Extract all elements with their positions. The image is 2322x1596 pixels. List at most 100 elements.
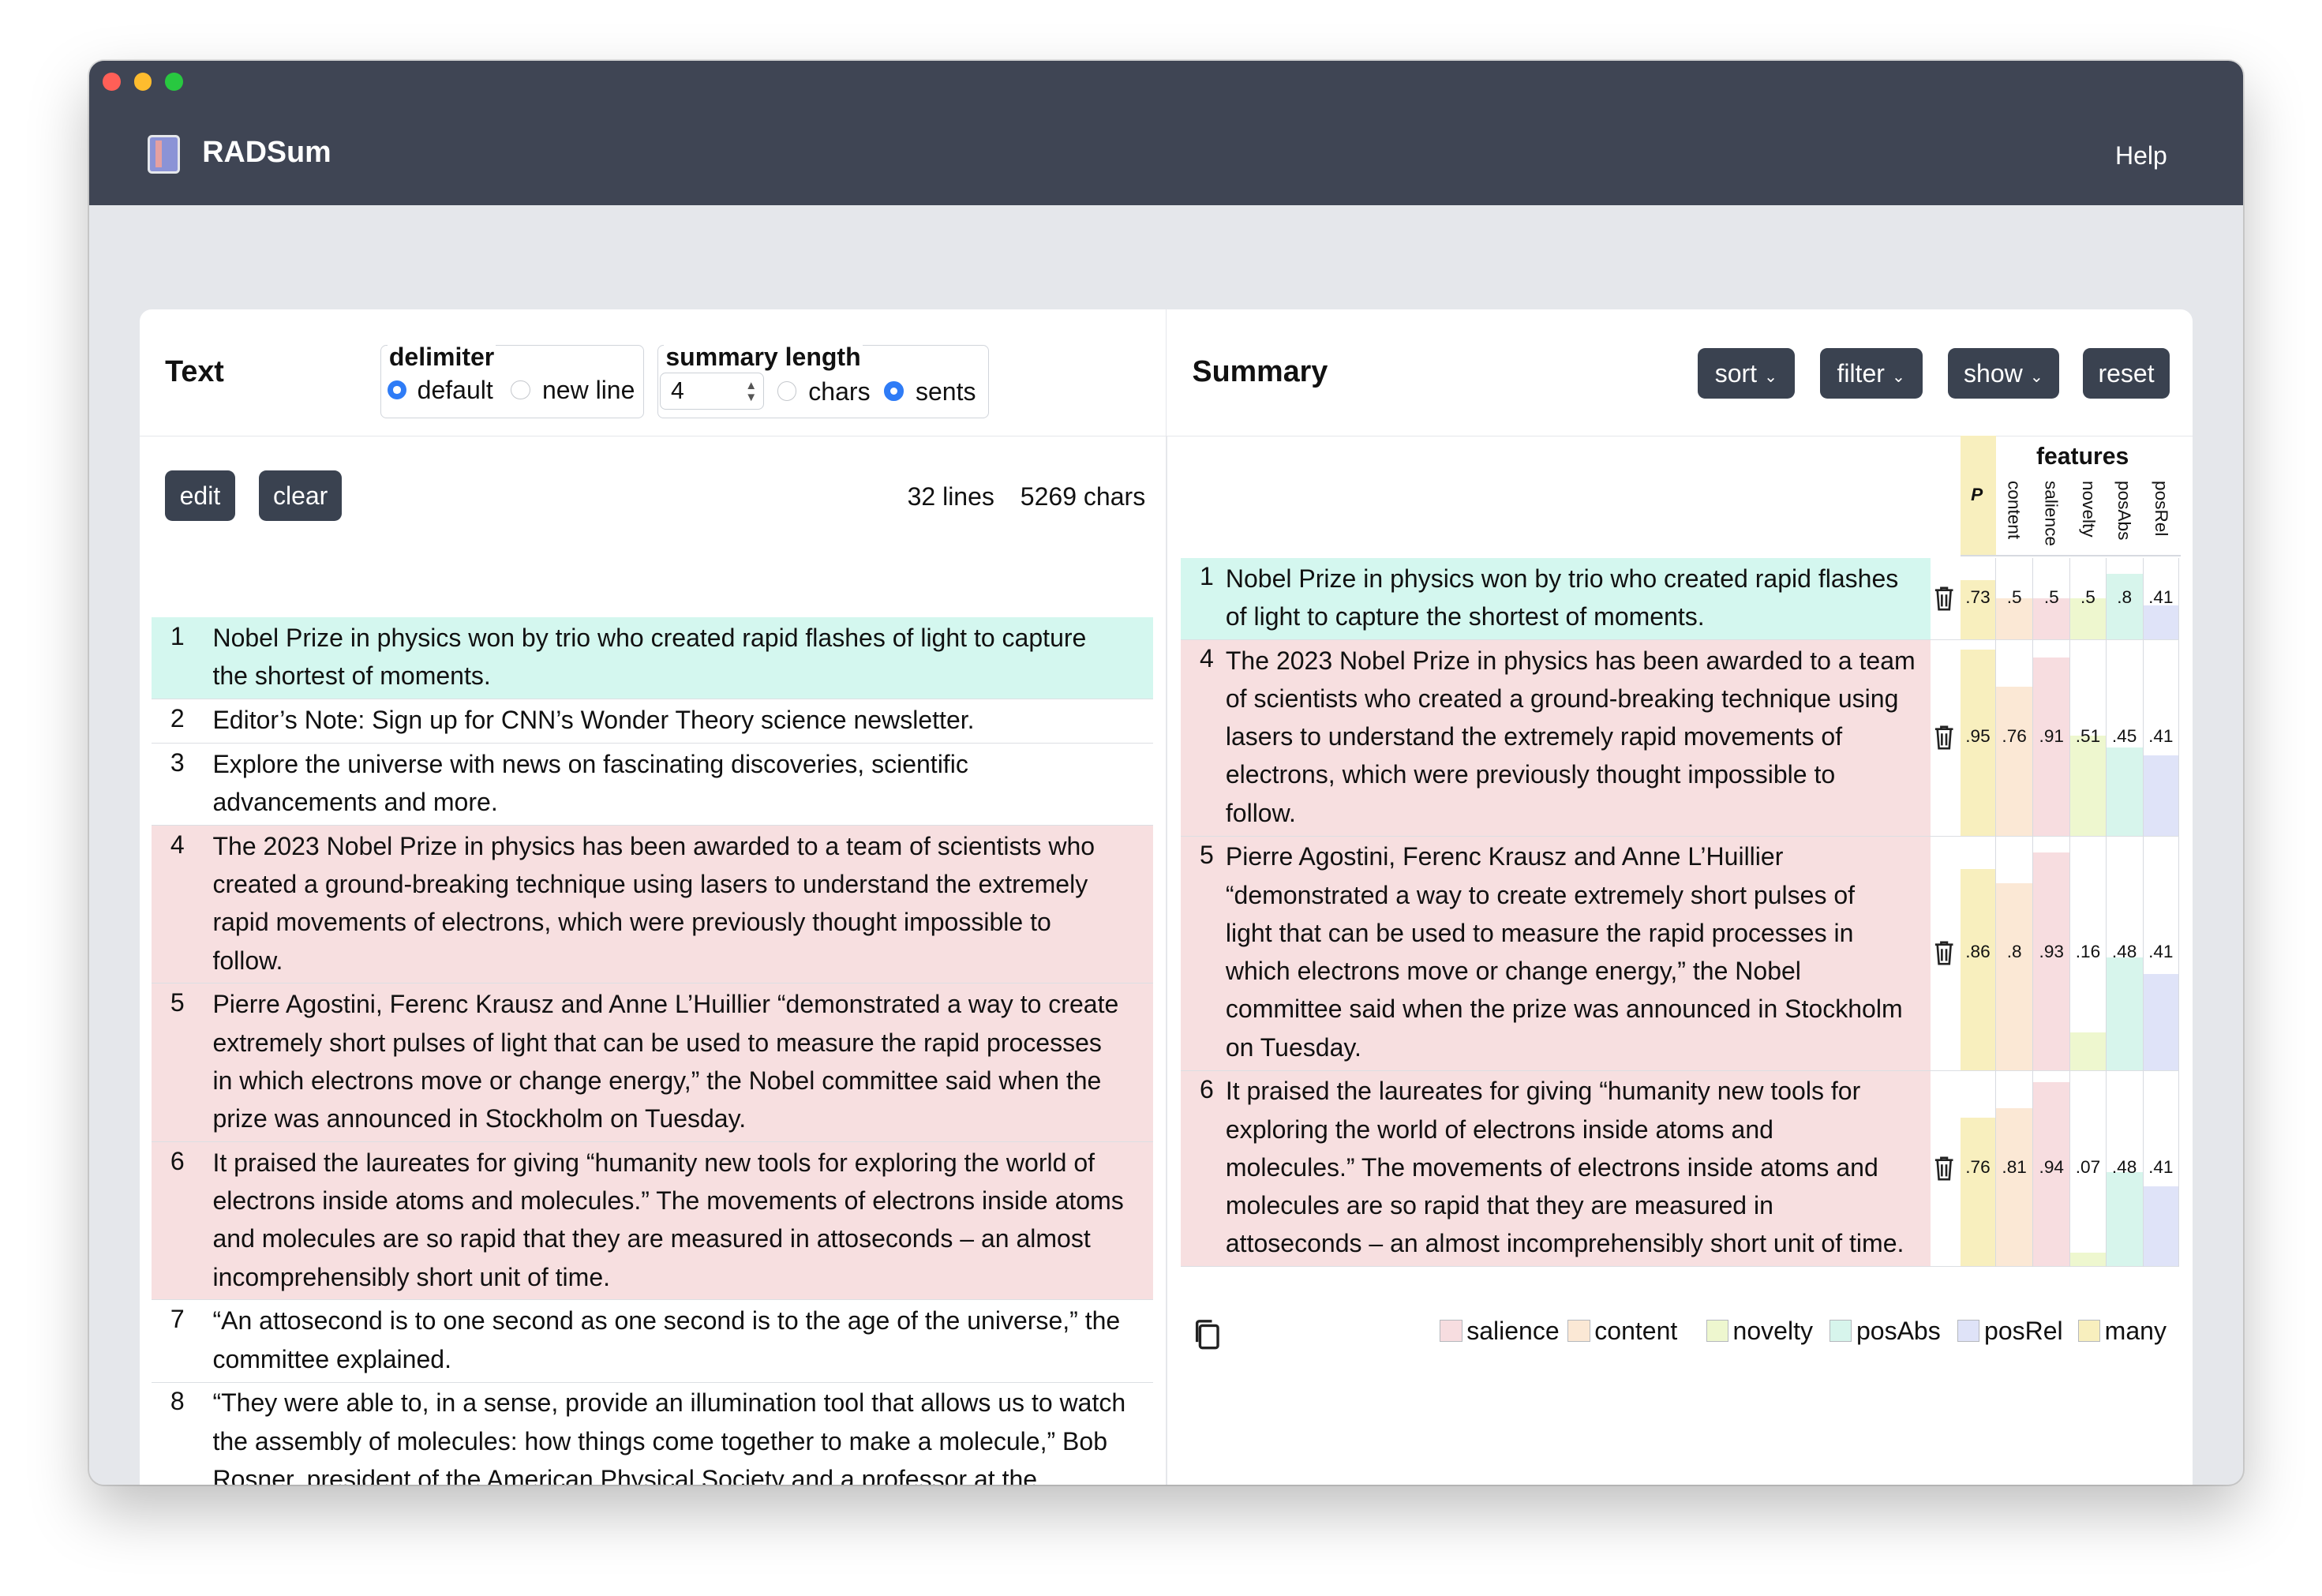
sort-label: sort <box>1714 358 1758 388</box>
sentence-line: which electrons move or change energy,” … <box>1225 957 1801 986</box>
legend-swatch <box>1830 1319 1852 1342</box>
show-button[interactable]: show ⌄ <box>1947 347 2060 399</box>
legend-label[interactable]: many <box>2105 1317 2167 1346</box>
stepper-icon[interactable]: ▲ ▼ <box>745 380 757 403</box>
legend-label[interactable]: posAbs <box>1856 1317 1941 1346</box>
text-line-row[interactable]: 7 “An attosecond is to one second as one … <box>152 1300 1153 1383</box>
sentence-text: Nobel Prize in physics won by trio who c… <box>212 619 1086 695</box>
line-number: 1 <box>170 621 185 650</box>
feature-bar <box>1960 1117 1996 1267</box>
edit-button[interactable]: edit <box>165 470 235 521</box>
clear-button[interactable]: clear <box>258 470 343 521</box>
sentence-line: follow. <box>1225 798 1296 827</box>
summary-row[interactable]: 5 Pierre Agostini, Ferenc Krausz and Anne… <box>1181 836 1931 1071</box>
feature-column-header[interactable]: posRel <box>2151 481 2171 536</box>
summary-row[interactable]: 4 The 2023 Nobel Prize in physics has bee… <box>1181 639 1931 837</box>
text-line-row[interactable]: 5 Pierre Agostini, Ferenc Krausz and Anne… <box>152 983 1153 1142</box>
feature-cell: .73 <box>1960 557 1997 640</box>
feature-bar <box>2143 1186 2178 1267</box>
delimiter-newline-radio[interactable] <box>511 380 530 400</box>
legend-label[interactable]: content <box>1594 1317 1677 1346</box>
delimiter-newline-label[interactable]: new line <box>542 376 635 405</box>
chevron-down-icon: ⌄ <box>1763 367 1778 386</box>
text-line-row[interactable]: 8 “They were able to, in a sense, provide… <box>152 1382 1153 1485</box>
minimize-window-button[interactable] <box>133 73 152 91</box>
summary-length-input[interactable]: 4 ▲ ▼ <box>659 373 764 410</box>
text-line-row[interactable]: 3 Explore the universe with news on fasci… <box>152 743 1153 826</box>
help-link[interactable]: Help <box>2115 141 2167 170</box>
feature-bar <box>2106 747 2143 836</box>
line-number: 5 <box>170 988 185 1017</box>
length-chars-radio[interactable] <box>777 381 797 401</box>
feature-value: .86 <box>1965 941 1991 961</box>
sentence-line: created a ground-breaking technique usin… <box>212 870 1088 899</box>
length-sents-label[interactable]: sents <box>916 377 976 406</box>
text-line-row[interactable]: 1 Nobel Prize in physics won by trio who … <box>152 617 1153 700</box>
reset-button[interactable]: reset <box>2083 347 2170 399</box>
char-count: 5269 chars <box>1020 481 1146 511</box>
text-line-row[interactable]: 4 The 2023 Nobel Prize in physics has bee… <box>152 825 1153 984</box>
feature-bar <box>1996 687 2033 836</box>
text-line-row[interactable]: 6 It praised the laureates for giving “hu… <box>152 1141 1153 1301</box>
sentence-line: committee explained. <box>212 1344 451 1373</box>
line-number: 3 <box>170 747 185 777</box>
sentence-line: electrons, which were previously thought… <box>1225 760 1836 789</box>
feature-value: .41 <box>2148 1156 2174 1177</box>
delimiter-default-radio[interactable] <box>387 380 407 400</box>
main-card: Text delimiter default new line summary … <box>140 309 2193 1485</box>
feature-cell: .93 <box>2033 836 2071 1071</box>
length-chars-label[interactable]: chars <box>808 377 870 406</box>
summary-row[interactable]: 6 It praised the laureates for giving “hu… <box>1181 1070 1931 1268</box>
copy-icon[interactable] <box>1193 1318 1223 1357</box>
feature-bar <box>2106 957 2143 1070</box>
feature-value: .45 <box>2111 726 2137 747</box>
feature-cell: .48 <box>2106 1070 2144 1268</box>
zoom-window-button[interactable] <box>165 73 183 91</box>
sentence-line: attoseconds – an almost incomprehensibly… <box>1225 1229 1904 1258</box>
text-line-row[interactable]: 2 Editor’s Note: Sign up for CNN’s Wonder… <box>152 699 1153 744</box>
sentence-number: 5 <box>1199 841 1214 870</box>
sentence-line: advancements and more. <box>212 788 498 817</box>
legend-label[interactable]: posRel <box>1984 1317 2063 1346</box>
feature-column-header[interactable]: novelty <box>2078 481 2099 538</box>
feature-cell: .86 <box>1960 836 1997 1071</box>
feature-bar <box>2070 1252 2106 1267</box>
sentence-line: lasers to understand the extremely rapid… <box>1225 722 1843 751</box>
sentence-line: The 2023 Nobel Prize in physics has been… <box>212 831 1095 860</box>
sentence-line: on Tuesday. <box>1225 1032 1361 1062</box>
trash-cell <box>1931 837 1961 1071</box>
trash-cell <box>1931 1071 1961 1268</box>
feature-value: .41 <box>2148 586 2174 607</box>
feature-column-header[interactable]: salience <box>2041 481 2062 546</box>
sentence-line: light that can be used to measure the ra… <box>1225 918 1854 947</box>
feature-value: .5 <box>2080 586 2095 607</box>
feature-value: .94 <box>2039 1156 2064 1177</box>
summary-length-value: 4 <box>671 378 684 405</box>
delimiter-default-label[interactable]: default <box>418 376 493 405</box>
sentence-line: of scientists who created a ground-break… <box>1225 684 1899 713</box>
legend-label[interactable]: novelty <box>1733 1317 1813 1346</box>
length-sents-radio[interactable] <box>884 381 904 401</box>
feature-cell: .07 <box>2070 1070 2107 1268</box>
filter-button[interactable]: filter ⌄ <box>1819 347 1923 399</box>
feature-value: .76 <box>1965 1156 1991 1177</box>
line-number: 7 <box>170 1305 185 1334</box>
feature-column-header[interactable]: posAbs <box>2114 481 2134 540</box>
feature-bar <box>1996 882 2033 1070</box>
sentence-line: incomprehensibly short unit of time. <box>212 1262 611 1291</box>
summary-row[interactable]: 1 Nobel Prize in physics won by trio who … <box>1181 557 1931 640</box>
sentence-text: “They were able to, in a sense, provide … <box>212 1384 1125 1484</box>
sentence-line: follow. <box>212 946 283 975</box>
trash-cell <box>1931 640 1961 837</box>
sentence-line: the shortest of moments. <box>212 661 491 691</box>
feature-cell: .95 <box>1960 639 1997 837</box>
feature-column-header[interactable]: content <box>2004 481 2024 539</box>
feature-value: .41 <box>2148 941 2174 961</box>
sort-button[interactable]: sort ⌄ <box>1698 347 1795 399</box>
legend-swatch <box>1957 1319 1980 1342</box>
legend-label[interactable]: salience <box>1466 1317 1559 1346</box>
feature-value: .81 <box>2002 1156 2027 1177</box>
sentence-line: rapid movements of electrons, which were… <box>212 908 1051 937</box>
close-window-button[interactable] <box>103 73 121 91</box>
summary-length-group: summary length 4 ▲ ▼ chars sents <box>657 343 990 418</box>
